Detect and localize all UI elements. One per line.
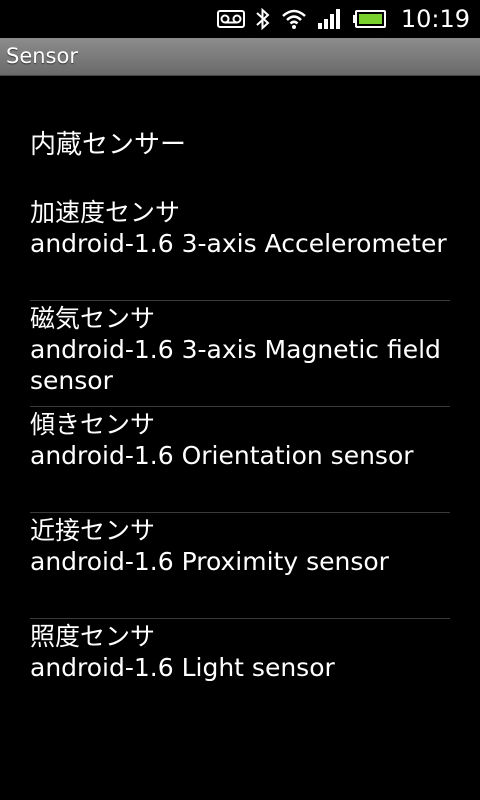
sensor-description: android-1.6 Proximity sensor [30,547,389,576]
list-item-magnetic-field[interactable]: 磁気センサ android-1.6 3-axis Magnetic field … [0,296,480,402]
battery-icon [352,10,387,28]
sensor-name: 傾きセンサ [30,410,156,439]
sensor-name: 近接センサ [30,516,156,545]
app-title: Sensor [6,44,78,68]
title-bar: Sensor [0,38,480,76]
sensor-description: android-1.6 Orientation sensor [30,441,414,470]
sensor-name: 加速度センサ [30,198,181,227]
bluetooth-icon [255,7,271,31]
status-icons: 10:19 [216,0,470,38]
status-bar: 10:19 [0,0,480,38]
status-time: 10:19 [400,5,470,33]
list-item-proximity[interactable]: 近接センサ android-1.6 Proximity sensor [0,508,480,614]
sensor-description: android-1.6 3-axis Magnetic field sensor [30,335,441,395]
list-item-accelerometer[interactable]: 加速度センサ android-1.6 3-axis Accelerometer [0,190,480,296]
signal-icon [317,8,343,30]
section-header: 内蔵センサー [30,130,187,160]
sensor-description: android-1.6 3-axis Accelerometer [30,229,447,258]
sensor-name: 照度センサ [30,622,156,651]
voicemail-icon [216,10,245,28]
sensor-name: 磁気センサ [30,304,156,333]
list-item-light[interactable]: 照度センサ android-1.6 Light sensor [0,614,480,720]
wifi-icon [281,8,307,30]
list-item-orientation[interactable]: 傾きセンサ android-1.6 Orientation sensor [0,402,480,508]
sensor-description: android-1.6 Light sensor [30,653,335,682]
